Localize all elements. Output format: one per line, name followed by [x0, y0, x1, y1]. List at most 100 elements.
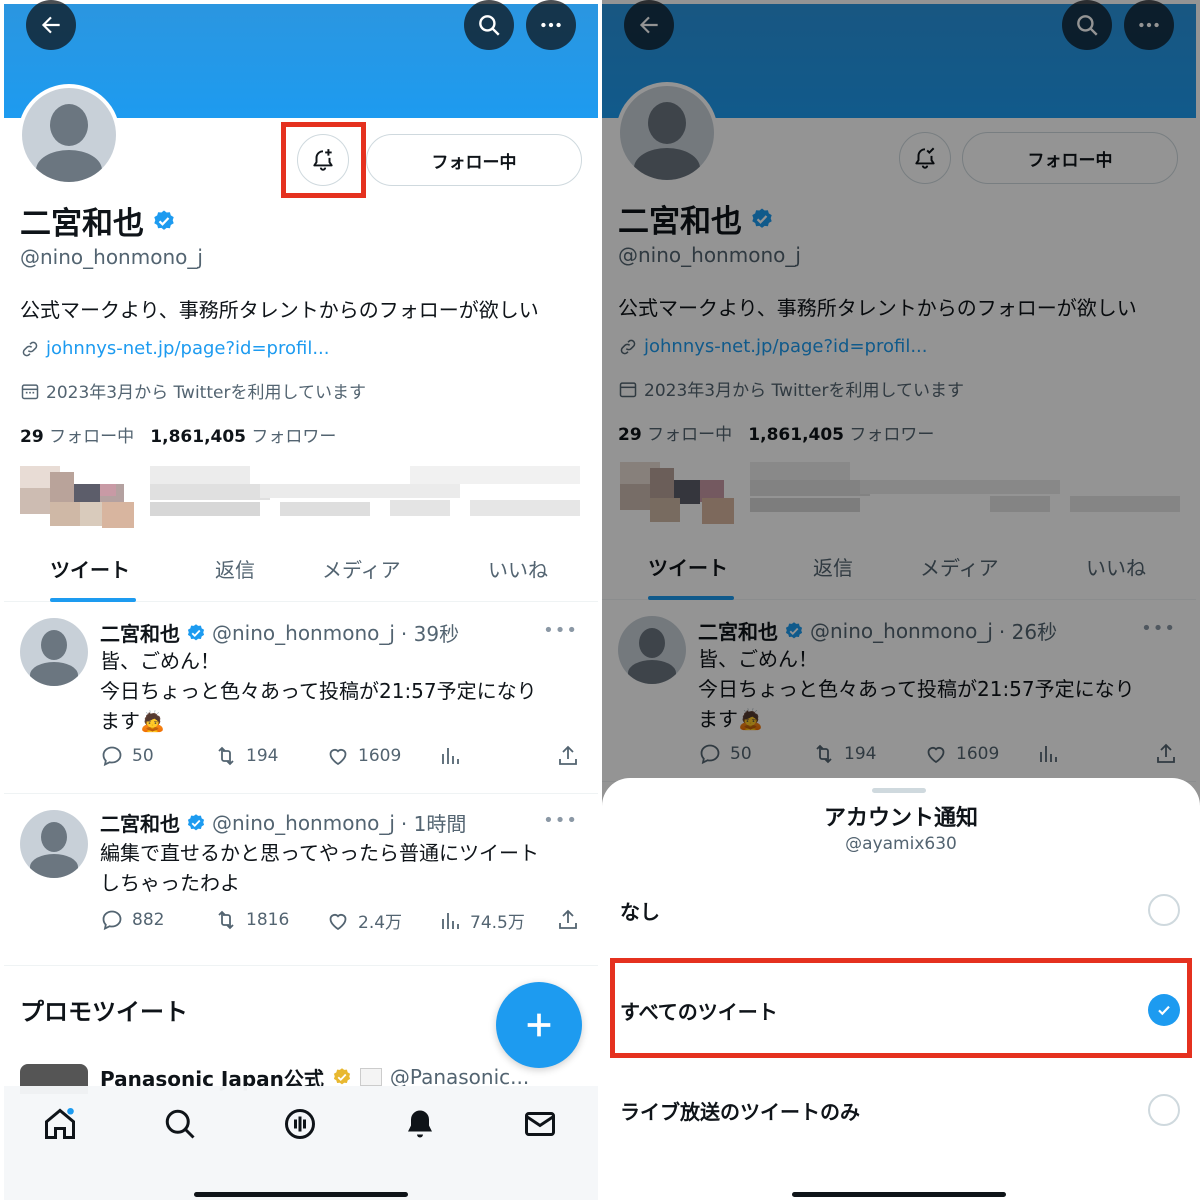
profile-screen-with-sheet: フォロー中 二宮和也 @nino_honmono_j 公式マークより、事務所タレ… [602, 0, 1200, 1200]
account-notification-sheet: アカウント通知 @ayamix630 なし すべてのツイート ライブ放送のツイー… [602, 778, 1200, 1200]
profile-avatar[interactable] [616, 82, 718, 184]
profile-link[interactable]: johnnys-net.jp/page?id=profil... [20, 338, 329, 359]
compose-button[interactable] [496, 982, 582, 1068]
tweet-line: 皆、ごめん！ [100, 649, 220, 673]
tweet-avatar[interactable] [618, 616, 686, 684]
bowing-emoji: 🙇 [738, 707, 763, 731]
tweet-card[interactable]: 二宮和也 @nino_honmono_j · 39秒 ••• 皆、ごめん！ 今日… [4, 604, 598, 794]
tab-likes[interactable]: いいね [488, 554, 548, 583]
profile-link[interactable]: johnnys-net.jp/page?id=profil... [618, 336, 927, 357]
tab-replies[interactable]: 返信 [215, 554, 255, 583]
notifications-icon[interactable] [402, 1106, 438, 1142]
share-button[interactable] [556, 744, 580, 768]
retweet-button[interactable]: 194 [812, 742, 876, 766]
search-button[interactable] [464, 0, 514, 50]
followers-label[interactable]: フォロワー [251, 427, 336, 447]
notification-bell-button[interactable] [899, 132, 951, 184]
bowing-emoji: 🙇 [140, 709, 165, 733]
views-button[interactable]: 74.5万 [438, 908, 525, 933]
radio-unchecked-icon[interactable] [1148, 1094, 1180, 1126]
tab-tweets[interactable]: ツイート [648, 552, 728, 581]
retweet-button[interactable]: 194 [214, 744, 278, 768]
profile-link-text[interactable]: johnnys-net.jp/page?id=profil... [644, 336, 927, 357]
radio-unchecked-icon[interactable] [1148, 894, 1180, 926]
messages-icon[interactable] [522, 1106, 558, 1142]
like-button[interactable]: 1609 [924, 742, 999, 766]
tweet-header: 二宮和也 @nino_honmono_j · 1時間 [100, 808, 466, 837]
more-button[interactable] [526, 0, 576, 50]
followers-count[interactable]: 1,861,405 [748, 425, 844, 445]
option-all-tweets[interactable]: すべてのツイート [620, 980, 1182, 1040]
views-icon [1040, 746, 1057, 762]
tweet-author-handle[interactable]: @nino_honmono_j [810, 619, 993, 643]
option-live-only[interactable]: ライブ放送のツイートのみ [620, 1080, 1182, 1140]
profile-handle: @nino_honmono_j [618, 243, 801, 267]
tweet-card[interactable]: 二宮和也 @nino_honmono_j · 26秒 ••• 皆、ごめん！ 今日… [602, 602, 1196, 782]
tweet-author-name[interactable]: 二宮和也 [698, 616, 778, 645]
retweet-count: 1816 [246, 910, 290, 930]
verified-icon [187, 813, 205, 830]
profile-link-text[interactable]: johnnys-net.jp/page?id=profil... [46, 338, 329, 359]
reply-button[interactable]: 50 [698, 742, 752, 766]
following-button[interactable]: フォロー中 [962, 132, 1178, 184]
tab-media[interactable]: メディア [322, 554, 401, 583]
reply-icon [700, 744, 720, 765]
following-label[interactable]: フォロー中 [49, 427, 134, 447]
followers-label[interactable]: フォロワー [849, 425, 934, 445]
tweet-author-name[interactable]: 二宮和也 [100, 808, 180, 837]
link-icon [620, 339, 636, 354]
back-arrow-icon [639, 16, 658, 34]
profile-name: 二宮和也 [20, 198, 176, 243]
option-none[interactable]: なし [620, 880, 1182, 940]
bottom-nav [4, 1086, 598, 1200]
views-button[interactable] [438, 744, 462, 768]
radio-checked-icon[interactable] [1148, 994, 1180, 1026]
retweet-icon [218, 910, 234, 930]
tab-media[interactable]: メディア [920, 552, 999, 581]
tweet-author-handle[interactable]: @nino_honmono_j [212, 811, 395, 835]
tweet-avatar[interactable] [20, 618, 88, 686]
follow-counts: 29 フォロー中 1,861,405 フォロワー [618, 420, 934, 445]
tweet-author-name[interactable]: 二宮和也 [100, 618, 180, 647]
search-button[interactable] [1062, 0, 1112, 50]
retweet-icon [218, 746, 234, 766]
profile-bio: 公式マークより、事務所タレントからのフォローが欲しい [618, 296, 1137, 320]
tab-likes[interactable]: いいね [1086, 552, 1146, 581]
tweet-more-icon[interactable]: ••• [543, 620, 578, 641]
share-button[interactable] [556, 908, 580, 932]
tweet-card[interactable]: 二宮和也 @nino_honmono_j · 1時間 ••• 編集で直せるかと思… [4, 796, 598, 966]
reply-button[interactable]: 882 [100, 908, 164, 932]
retweet-button[interactable]: 1816 [214, 908, 289, 932]
home-icon[interactable] [42, 1106, 78, 1142]
like-button[interactable]: 2.4万 [326, 908, 402, 933]
tweet-line: ます [698, 707, 738, 731]
profile-screen: フォロー中 二宮和也 @nino_honmono_j 公式マークより、事務所タレ… [0, 0, 598, 1200]
following-count[interactable]: 29 [618, 425, 642, 445]
more-button[interactable] [1124, 0, 1174, 50]
share-icon [559, 745, 577, 765]
tweet-author-handle[interactable]: @nino_honmono_j [212, 621, 395, 645]
back-button[interactable] [624, 0, 674, 50]
profile-name-text: 二宮和也 [618, 204, 742, 240]
following-label[interactable]: フォロー中 [647, 425, 732, 445]
tweet-avatar[interactable] [20, 810, 88, 878]
tab-tweets[interactable]: ツイート [50, 554, 130, 583]
reply-button[interactable]: 50 [100, 744, 154, 768]
spaces-icon[interactable] [282, 1106, 318, 1142]
tweet-more-icon[interactable]: ••• [543, 810, 578, 831]
following-count[interactable]: 29 [20, 427, 44, 447]
tweet-more-icon[interactable]: ••• [1141, 618, 1176, 639]
followers-count[interactable]: 1,861,405 [150, 427, 246, 447]
like-button[interactable]: 1609 [326, 744, 401, 768]
back-button[interactable] [26, 0, 76, 50]
search-icon[interactable] [162, 1106, 198, 1142]
following-button[interactable]: フォロー中 [366, 134, 582, 186]
search-icon [1077, 15, 1098, 36]
tab-replies[interactable]: 返信 [813, 552, 853, 581]
views-button[interactable] [1036, 742, 1060, 766]
profile-avatar[interactable] [18, 84, 120, 186]
followed-by-blurred [610, 462, 1185, 528]
like-icon [329, 748, 347, 766]
sheet-grabber[interactable] [872, 788, 926, 793]
share-button[interactable] [1154, 742, 1178, 766]
